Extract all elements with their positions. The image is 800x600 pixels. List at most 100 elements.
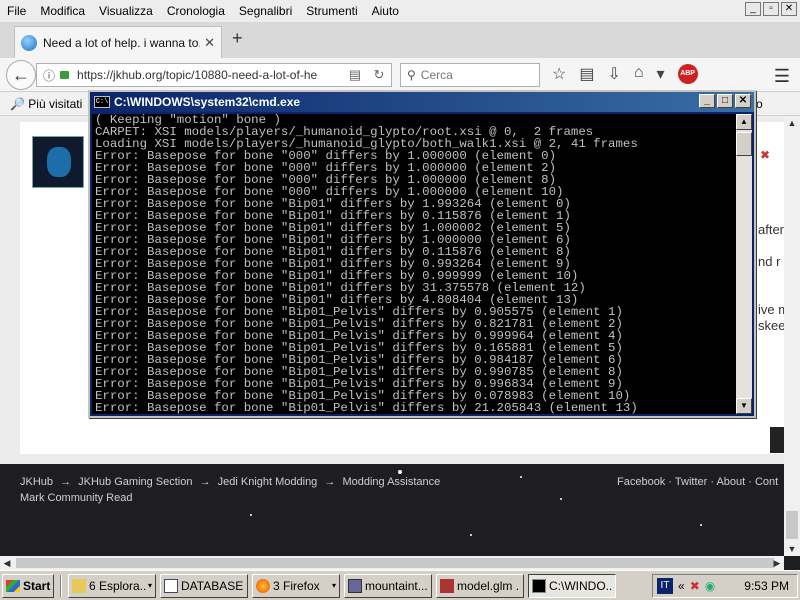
crumb-gaming-section[interactable]: JKHub Gaming Section — [78, 476, 192, 488]
pocket-icon[interactable]: ▾ — [657, 64, 665, 84]
menu-strumenti[interactable]: Strumenti — [299, 4, 364, 18]
post-text-fragment: skee — [758, 318, 786, 333]
cmd-close-button[interactable]: ✕ — [735, 94, 751, 108]
breadcrumb: JKHub → JKHub Gaming Section → Jedi Knig… — [20, 476, 440, 488]
bookmark-overflow[interactable]: o — [756, 97, 763, 111]
navigation-bar: ← ⓘ https://jkhub.org/topic/10880-need-a… — [0, 58, 800, 92]
crumb-modding-assistance[interactable]: Modding Assistance — [342, 476, 440, 488]
avatar-face-icon — [47, 147, 71, 177]
home-icon[interactable]: ⌂ — [634, 64, 644, 84]
scroll-down-icon[interactable]: ▼ — [784, 542, 800, 556]
bookmark-most-visited[interactable]: 🔎 Più visitati — [10, 97, 82, 111]
task-model-glm[interactable]: model.glm ... — [436, 573, 524, 598]
task-firefox[interactable]: 3 Firefox ▾ — [252, 573, 340, 598]
footer-links[interactable]: Facebook · Twitter · About · Cont — [617, 476, 778, 488]
cmd-output[interactable]: ( Keeping "motion" bone ) CARPET: XSI mod… — [92, 114, 736, 414]
crumb-jkhub[interactable]: JKHub — [20, 476, 53, 488]
cmd-scrollbar[interactable]: ▲ ▼ — [736, 114, 752, 414]
bookmark-star-icon[interactable]: ☆ — [552, 64, 566, 84]
tray-app-icon[interactable]: ✖ — [690, 579, 700, 593]
star-icon — [700, 524, 702, 526]
cmd-window[interactable]: C:\ C:\WINDOWS\system32\cmd.exe _ □ ✕ ( … — [88, 90, 756, 418]
cmd-app-icon: C:\ — [94, 96, 110, 108]
toolbar-icons: ☆ ▤ ⇩ ⌂ ▾ ABP — [552, 64, 698, 84]
task-label: C:\WINDO... — [549, 578, 612, 593]
reader-view-icon[interactable]: ▤ — [343, 67, 367, 83]
site-favicon-icon — [21, 34, 37, 51]
task-explorer[interactable]: 6 Esplora... ▾ — [68, 573, 156, 598]
taskbar-separator — [60, 574, 62, 597]
model-file-icon — [440, 578, 454, 593]
cmd-scroll-thumb[interactable] — [736, 132, 752, 156]
language-indicator[interactable]: IT — [657, 578, 673, 594]
scroll-left-icon[interactable]: ◀ — [0, 556, 14, 570]
back-button[interactable]: ← — [6, 60, 36, 90]
tab-close-icon[interactable]: ✕ — [204, 35, 215, 51]
cmd-minimize-button[interactable]: _ — [699, 94, 715, 108]
new-tab-button[interactable]: + — [232, 28, 243, 49]
url-text[interactable]: https://jkhub.org/topic/10880-need-a-lot… — [77, 68, 343, 82]
avatar[interactable] — [32, 136, 84, 188]
task-database[interactable]: DATABASE... — [160, 573, 248, 598]
adblock-icon[interactable]: ABP — [677, 64, 698, 84]
start-button[interactable]: Start — [2, 573, 54, 598]
cmd-line: Error: Basepose for bone "Bip01_Pelvis" … — [95, 401, 638, 414]
menu-file[interactable]: File — [0, 4, 33, 18]
search-placeholder: Cerca — [420, 68, 453, 82]
bookmark-folder-icon: 🔎 — [10, 97, 29, 111]
page-horizontal-scrollbar[interactable]: ◀ ▶ — [0, 556, 784, 570]
star-icon — [560, 498, 562, 500]
close-button[interactable]: ✕ — [781, 2, 797, 16]
tray-expand-icon[interactable]: « — [678, 579, 685, 593]
task-label: mountaint... — [365, 578, 428, 593]
post-text-fragment: after — [758, 222, 785, 237]
tab-title: Need a lot of help. i wanna to... — [43, 35, 201, 50]
menu-modifica[interactable]: Modifica — [33, 4, 92, 18]
hamburger-menu-icon[interactable]: ☰ — [774, 66, 790, 87]
tab-active[interactable]: Need a lot of help. i wanna to... ✕ — [14, 26, 222, 58]
star-icon — [250, 514, 252, 516]
task-dropdown-icon: ▾ — [147, 581, 152, 590]
clock: 9:53 PM — [744, 579, 789, 593]
scroll-thumb[interactable] — [786, 511, 798, 539]
page-vertical-scrollbar[interactable]: ▲ ▼ — [784, 116, 800, 556]
cmd-scroll-up-icon[interactable]: ▲ — [736, 114, 752, 130]
cmd-scroll-down-icon[interactable]: ▼ — [736, 398, 752, 414]
document-icon — [164, 578, 178, 593]
crumb-jedi-knight-modding[interactable]: Jedi Knight Modding — [218, 476, 318, 488]
url-bar[interactable]: ⓘ https://jkhub.org/topic/10880-need-a-l… — [36, 63, 392, 87]
star-icon — [470, 534, 472, 536]
search-icon: ⚲ — [407, 68, 416, 82]
cmd-maximize-button[interactable]: □ — [717, 94, 733, 108]
tool-icon[interactable]: ✖ — [760, 148, 770, 162]
cmd-icon — [532, 578, 546, 593]
crumb-arrow: → — [324, 476, 336, 488]
maximize-button[interactable]: ▫ — [763, 2, 779, 16]
app-window-icon — [348, 578, 362, 593]
menu-segnalibri[interactable]: Segnalibri — [232, 4, 299, 18]
download-icon[interactable]: ⇩ — [607, 64, 620, 84]
search-input[interactable]: ⚲ Cerca — [400, 63, 540, 87]
scroll-right-icon[interactable]: ▶ — [770, 556, 784, 570]
scroll-thumb[interactable] — [16, 558, 774, 568]
library-icon[interactable]: ▤ — [579, 64, 594, 84]
scroll-up-icon[interactable]: ▲ — [784, 116, 800, 130]
cmd-title: C:\WINDOWS\system32\cmd.exe — [114, 95, 301, 109]
reload-icon[interactable]: ↻ — [367, 67, 391, 83]
menu-visualizza[interactable]: Visualizza — [92, 4, 160, 18]
tab-strip: Need a lot of help. i wanna to... ✕ + — [0, 22, 800, 58]
menu-bar: File Modifica Visualizza Cronologia Segn… — [0, 0, 800, 22]
task-label: DATABASE... — [181, 578, 244, 593]
post-text-fragment: nd r — [758, 254, 781, 269]
start-label: Start — [23, 578, 51, 593]
cmd-titlebar[interactable]: C:\ C:\WINDOWS\system32\cmd.exe _ □ ✕ — [90, 92, 754, 112]
info-icon[interactable]: ⓘ — [43, 67, 55, 84]
menu-aiuto[interactable]: Aiuto — [365, 4, 406, 18]
mark-community-read-link[interactable]: Mark Community Read — [20, 492, 132, 504]
folder-icon — [72, 578, 86, 593]
menu-cronologia[interactable]: Cronologia — [160, 4, 232, 18]
task-mountaint[interactable]: mountaint... — [344, 573, 432, 598]
task-cmd[interactable]: C:\WINDO... — [528, 573, 616, 598]
minimize-button[interactable]: _ — [745, 2, 761, 16]
tray-network-icon[interactable]: ◉ — [705, 579, 715, 593]
